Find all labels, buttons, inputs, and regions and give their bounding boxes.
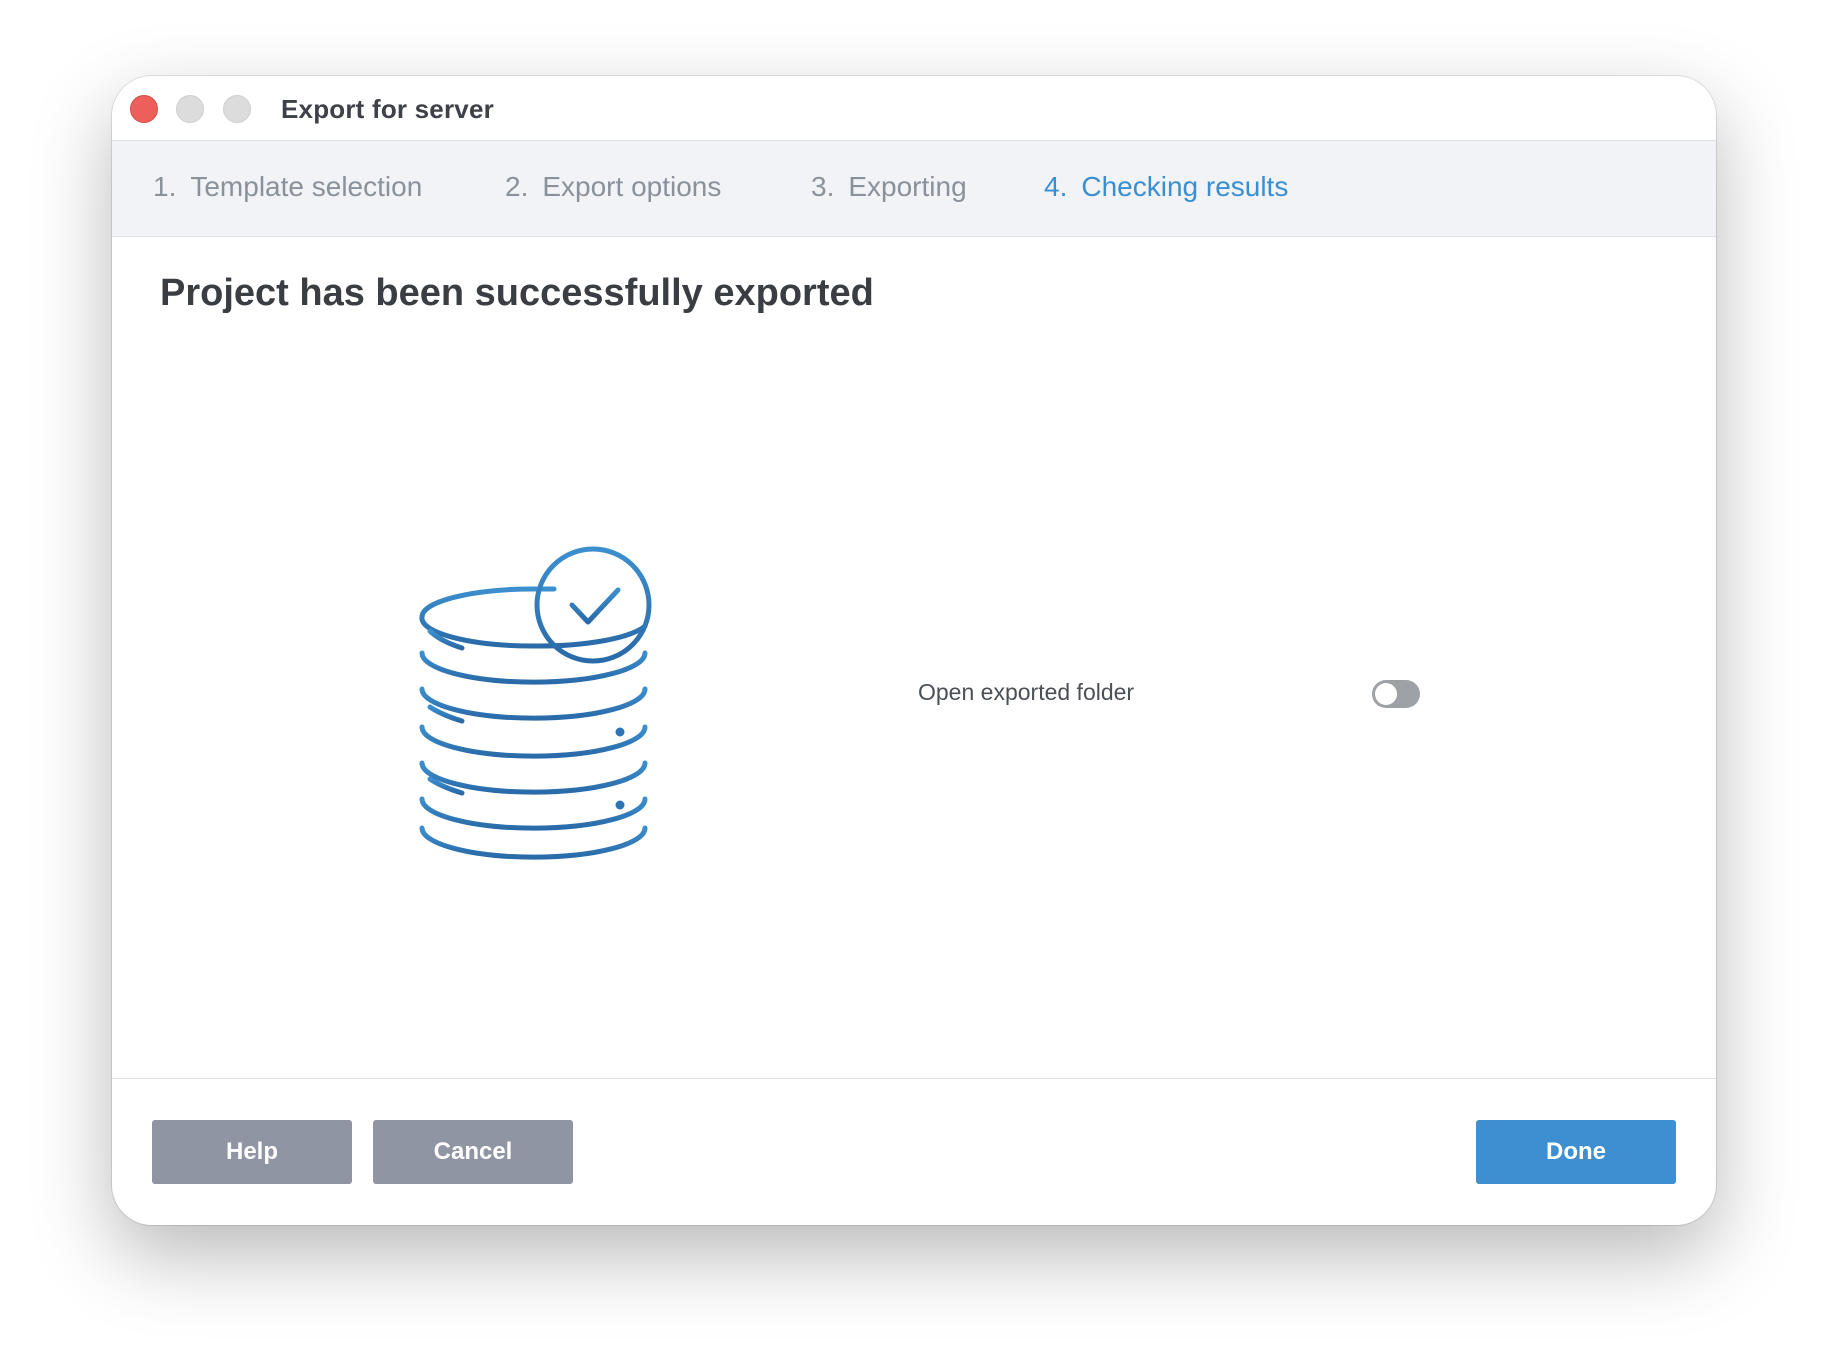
step-template-selection[interactable]: 1. Template selection: [153, 171, 422, 203]
step-label: Template selection: [190, 171, 423, 202]
open-exported-folder-label: Open exported folder: [918, 679, 1135, 705]
toggle-knob: [1375, 683, 1397, 705]
window-title: Export for server: [281, 94, 494, 124]
page-title: Project has been successfully exported: [160, 272, 874, 314]
step-number: 1.: [153, 171, 177, 202]
minimize-window-button[interactable]: [176, 95, 204, 123]
cancel-button[interactable]: Cancel: [373, 1120, 573, 1184]
step-label: Exporting: [848, 171, 967, 202]
open-exported-folder-toggle[interactable]: [1372, 680, 1420, 708]
step-checking-results[interactable]: 4. Checking results: [1044, 171, 1288, 203]
wizard-steps: 1. Template selection 2. Export options 3.…: [112, 141, 1716, 237]
step-export-options[interactable]: 2. Export options: [505, 171, 721, 203]
done-button[interactable]: Done: [1476, 1120, 1676, 1184]
help-button[interactable]: Help: [152, 1120, 352, 1184]
step-label: Export options: [542, 171, 722, 202]
title-bar: Export for server: [112, 76, 1716, 141]
step-number: 2.: [505, 171, 529, 202]
step-exporting[interactable]: 3. Exporting: [811, 171, 967, 203]
zoom-window-button[interactable]: [223, 95, 251, 123]
step-number: 3.: [811, 171, 835, 202]
footer-divider: [112, 1078, 1716, 1079]
database-check-icon: [412, 541, 672, 861]
close-window-button[interactable]: [130, 95, 158, 123]
step-label: Checking results: [1081, 171, 1289, 202]
export-dialog-window: Export for server 1. Template selection 2…: [112, 76, 1716, 1225]
step-number: 4.: [1044, 171, 1068, 202]
